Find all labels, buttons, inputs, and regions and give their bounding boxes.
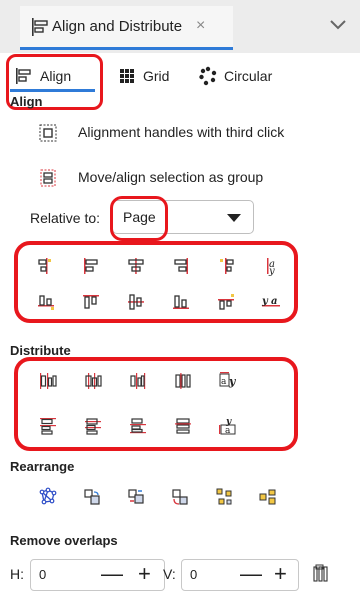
h-gap-stepper[interactable]: 0 — + [30,559,165,591]
caret-down-icon [227,214,241,222]
align-section-heading: Align [10,94,43,109]
v-minus-button[interactable]: — [240,563,262,585]
exchange-selection-order-icon[interactable] [82,487,102,507]
move-as-group-label[interactable]: Move/align selection as group [78,169,263,185]
h-minus-button[interactable]: — [101,563,123,585]
v-gap-stepper[interactable]: 0 — + [181,559,299,591]
handles-icon [38,123,58,143]
alignment-handles-label[interactable]: Alignment handles with third click [78,124,284,140]
circular-icon [198,66,218,86]
grid-icon [117,66,137,86]
graph-layout-icon[interactable] [38,487,58,507]
close-icon[interactable]: × [196,17,205,35]
v-plus-button[interactable]: + [274,563,287,585]
tab-grid[interactable]: Grid [117,65,169,87]
rearrange-row [38,487,278,507]
tab-align-and-distribute[interactable]: Align and Distribute × [20,6,233,50]
highlight-align-buttons [14,241,298,323]
distribute-section-heading: Distribute [10,343,71,358]
rearrange-section-heading: Rearrange [10,459,75,474]
v-gap-input[interactable]: 0 [190,567,197,582]
chevron-down-icon[interactable] [325,14,351,36]
align-distribute-icon [30,17,50,37]
highlight-distribute-buttons [14,357,298,451]
exchange-z-order-icon[interactable] [126,487,146,507]
remove-overlaps-heading: Remove overlaps [10,533,118,548]
remove-overlaps-button-icon[interactable] [312,564,332,584]
dock-tab-bar: Align and Distribute × [0,0,360,53]
group-icon [38,168,58,188]
relative-to-label: Relative to: [30,210,101,226]
tab-circular-label: Circular [224,68,273,84]
tab-circular[interactable]: Circular [198,65,272,87]
randomize-positions-icon[interactable] [214,487,234,507]
h-gap-input[interactable]: 0 [39,567,46,582]
tab-grid-label: Grid [143,68,170,84]
unclump-icon[interactable] [258,487,278,507]
h-gap-label: H: [10,566,24,582]
tab-title: Align and Distribute [52,18,183,35]
h-plus-button[interactable]: + [138,563,151,585]
v-gap-label: V: [163,566,176,582]
exchange-clockwise-icon[interactable] [170,487,190,507]
highlight-page-select [110,196,168,241]
